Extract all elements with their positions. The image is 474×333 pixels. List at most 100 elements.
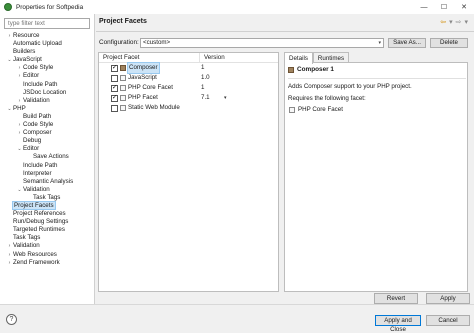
sidebar-item[interactable]: › Composer	[0, 129, 95, 137]
chevron-down-icon[interactable]: ⌄	[6, 56, 13, 64]
sidebar-item[interactable]: › Web Resources	[0, 251, 95, 259]
sidebar-item-label: Targeted Runtimes	[13, 226, 65, 234]
back-arrow-icon[interactable]: ⇦	[440, 18, 446, 26]
main-panel: Project Facets ⇦ ▾ ⇨ ▾ Configuration: <c…	[96, 14, 474, 304]
facet-row[interactable]: PHP Facet 7.1 ▾	[99, 93, 278, 103]
sidebar-item[interactable]: › Validation	[0, 242, 95, 250]
sidebar-item[interactable]: Task Tags	[0, 234, 95, 242]
sidebar-item[interactable]: Builders	[0, 48, 95, 56]
chevron-right-icon[interactable]: ›	[16, 97, 23, 105]
sidebar-item[interactable]: Semantic Analysis	[0, 178, 95, 186]
sidebar-item[interactable]: Include Path	[0, 81, 95, 89]
sidebar-item[interactable]: › Code Style	[0, 64, 95, 72]
chevron-right-icon[interactable]: ›	[16, 72, 23, 80]
sidebar-item[interactable]: › Validation	[0, 97, 95, 105]
facet-version[interactable]: 1	[201, 63, 204, 73]
configuration-row: Configuration: <custom> ▾ Save As... Del…	[99, 38, 471, 49]
window-controls: — ☐ ✕	[414, 0, 474, 14]
chevron-down-icon[interactable]: ⌄	[16, 145, 23, 153]
column-header-facet[interactable]: Project Facet	[99, 53, 200, 62]
sidebar-item[interactable]: Debug	[0, 137, 95, 145]
sidebar-item-label: Project Facets	[12, 200, 56, 210]
facet-checkbox[interactable]	[111, 105, 118, 112]
sidebar-item[interactable]: JSDoc Location	[0, 89, 95, 97]
chevron-down-icon[interactable]: ⌄	[16, 186, 23, 194]
facet-row[interactable]: PHP Core Facet 1	[99, 83, 278, 93]
sidebar-item[interactable]: Build Path	[0, 113, 95, 121]
filter-input[interactable]	[4, 18, 90, 29]
facet-version[interactable]: 7.1	[201, 93, 210, 103]
composer-icon	[120, 65, 126, 71]
sidebar-item[interactable]: › Resource	[0, 32, 95, 40]
sidebar-item[interactable]: Run/Debug Settings	[0, 218, 95, 226]
chevron-down-icon[interactable]: ⌄	[6, 105, 13, 113]
sidebar-item[interactable]: ⌄Validation	[0, 186, 95, 194]
facet-checkbox[interactable]	[111, 63, 118, 72]
sidebar-item[interactable]: Targeted Runtimes	[0, 226, 95, 234]
sidebar-item[interactable]: Include Path	[0, 162, 95, 170]
facet-version[interactable]: 1	[201, 83, 204, 93]
facet-icon	[289, 106, 295, 113]
chevron-right-icon[interactable]: ›	[6, 32, 13, 40]
cancel-button[interactable]: Cancel	[426, 315, 470, 326]
sidebar-item-label: PHP	[13, 104, 26, 112]
apply-and-close-button[interactable]: Apply and Close	[375, 315, 421, 333]
facet-checkbox[interactable]	[111, 93, 118, 102]
facet-row[interactable]: JavaScript 1.0	[99, 73, 278, 83]
delete-button[interactable]: Delete	[430, 38, 468, 48]
required-facet-label: PHP Core Facet	[298, 106, 343, 113]
facet-checkbox[interactable]	[111, 83, 118, 92]
forward-arrow-icon[interactable]: ⇨	[456, 18, 462, 26]
requires-label: Requires the following facet:	[288, 95, 366, 102]
version-dropdown-icon[interactable]: ▾	[224, 93, 227, 103]
dialog-footer: ? Apply and Close Cancel	[0, 304, 474, 333]
chevron-right-icon[interactable]: ›	[16, 64, 23, 72]
facet-row[interactable]: Static Web Module	[99, 103, 278, 113]
details-title-text: Composer 1	[297, 66, 334, 73]
forward-menu-icon[interactable]: ▾	[464, 18, 468, 26]
chevron-right-icon[interactable]: ›	[6, 259, 13, 267]
sidebar-item[interactable]: ⌄JavaScript	[0, 56, 95, 64]
page-title: Project Facets	[99, 18, 147, 25]
chevron-right-icon[interactable]: ›	[6, 251, 13, 259]
chevron-right-icon[interactable]: ›	[16, 121, 23, 129]
chevron-right-icon[interactable]: ›	[6, 242, 13, 250]
tab-details[interactable]: Details	[284, 52, 313, 64]
sidebar-item[interactable]: ⌄Editor	[0, 145, 95, 153]
facet-row[interactable]: Composer 1	[99, 62, 278, 74]
close-button[interactable]: ✕	[454, 0, 474, 14]
sidebar-item-label: Web Resources	[13, 250, 57, 258]
back-menu-icon[interactable]: ▾	[449, 18, 453, 26]
sidebar-item[interactable]: Task Tags	[0, 194, 95, 202]
sidebar-item[interactable]: Project References	[0, 210, 95, 218]
apply-button[interactable]: Apply	[426, 293, 470, 304]
facet-checkbox[interactable]	[111, 75, 118, 82]
sidebar-item-label: Project References	[13, 210, 66, 218]
facets-table-header: Project Facet Version	[99, 53, 278, 63]
sidebar-item[interactable]: ⌄PHP	[0, 105, 95, 113]
maximize-button[interactable]: ☐	[434, 0, 454, 14]
sidebar-item[interactable]: Project Facets	[0, 200, 95, 210]
help-icon[interactable]: ?	[6, 314, 17, 325]
facet-icon	[120, 85, 126, 91]
sidebar-item[interactable]: › Zend Framework	[0, 259, 95, 267]
sidebar-item[interactable]: Interpreter	[0, 170, 95, 178]
sidebar-item[interactable]: › Editor	[0, 72, 95, 80]
facet-version[interactable]: 1.0	[201, 73, 210, 83]
sidebar-item[interactable]: › Code Style	[0, 121, 95, 129]
minimize-button[interactable]: —	[414, 0, 434, 14]
facet-icon	[120, 75, 126, 81]
column-header-version[interactable]: Version	[200, 53, 225, 62]
configuration-select[interactable]: <custom> ▾	[140, 38, 384, 48]
sidebar-item[interactable]: Save Actions	[0, 153, 95, 161]
sidebar-item-label: Code Style	[23, 64, 54, 72]
chevron-down-icon: ▾	[378, 40, 381, 46]
sidebar-item-label: Include Path	[23, 161, 58, 169]
divider	[288, 78, 466, 79]
chevron-right-icon[interactable]: ›	[16, 129, 23, 137]
save-as-button[interactable]: Save As...	[388, 38, 426, 48]
facet-name: PHP Core Facet	[128, 84, 173, 91]
sidebar-item[interactable]: Automatic Upload	[0, 40, 95, 48]
sidebar-item-label: Include Path	[23, 80, 58, 88]
revert-button[interactable]: Revert	[374, 293, 418, 304]
